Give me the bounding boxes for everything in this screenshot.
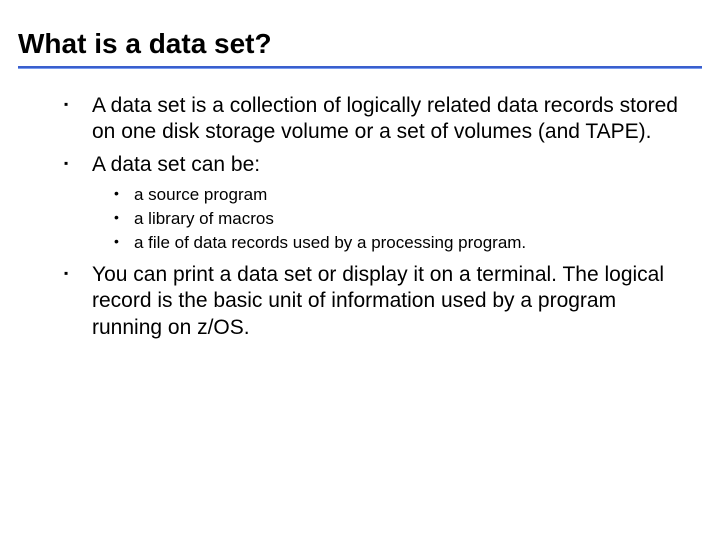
slide-content: A data set is a collection of logically … [18,93,702,341]
bullet-item: A data set is a collection of logically … [58,93,682,146]
slide-title: What is a data set? [18,28,702,60]
sub-bullet-item: a file of data records used by a process… [110,232,682,254]
sub-bullet-list: a source program a library of macros a f… [58,184,682,254]
main-bullet-list-continued: You can print a data set or display it o… [58,262,682,341]
slide: What is a data set? A data set is a coll… [0,0,720,540]
bullet-item: A data set can be: [58,152,682,178]
bullet-item: You can print a data set or display it o… [58,262,682,341]
sub-bullet-item: a library of macros [110,208,682,230]
sub-bullet-item: a source program [110,184,682,206]
main-bullet-list: A data set is a collection of logically … [58,93,682,178]
title-underline [18,66,702,69]
